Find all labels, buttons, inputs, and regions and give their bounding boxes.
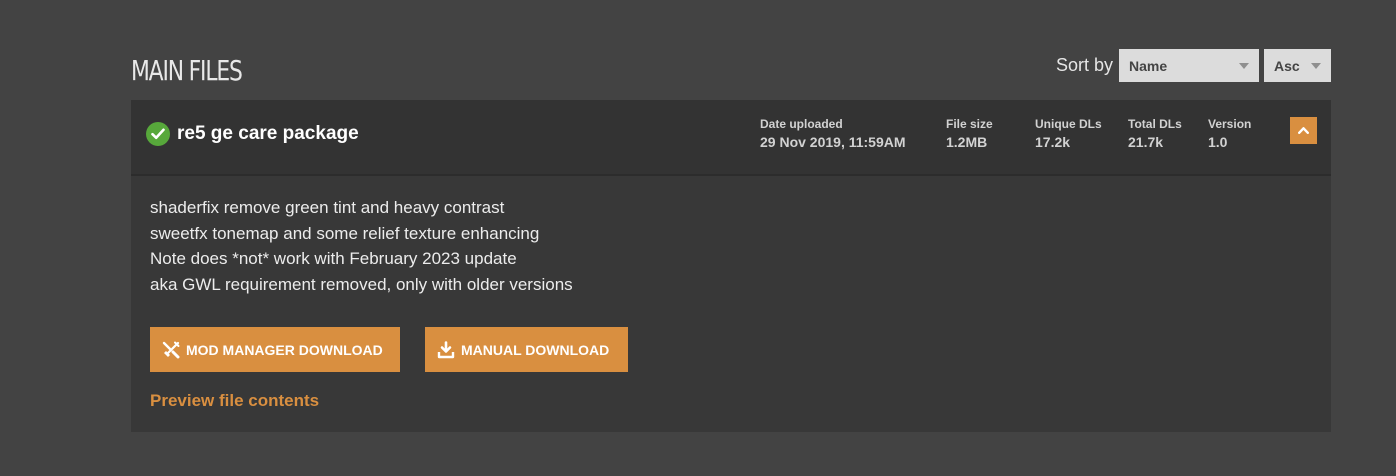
- description-line: aka GWL requirement removed, only with o…: [150, 274, 573, 294]
- stat-value: 17.2k: [1035, 134, 1071, 150]
- mod-manager-download-label: MOD MANAGER DOWNLOAD: [186, 341, 383, 358]
- stat-value: 29 Nov 2019, 11:59AM: [760, 134, 906, 150]
- file-header[interactable]: re5 ge care package Date uploaded 29 Nov…: [131, 100, 1331, 176]
- stat-value: 21.7k: [1128, 134, 1164, 150]
- sort-order-select[interactable]: Asc: [1264, 49, 1331, 82]
- sort-field-value: Name: [1129, 57, 1168, 74]
- sort-label: Sort by: [1055, 55, 1113, 75]
- chevron-up-icon: [1298, 127, 1309, 134]
- stat-file-size: File size 1.2MB: [946, 117, 993, 152]
- file-description: shaderfix remove green tint and heavy co…: [150, 195, 573, 297]
- stat-label: Unique DLs: [1035, 117, 1102, 131]
- collapse-button[interactable]: [1290, 117, 1317, 144]
- stat-label: Version: [1208, 117, 1252, 131]
- section-title: MAIN FILES: [131, 54, 243, 87]
- stat-unique-dls: Unique DLs 17.2k: [1035, 117, 1102, 152]
- chevron-down-icon: [1311, 63, 1321, 69]
- tools-icon: [162, 341, 180, 358]
- stat-date-uploaded: Date uploaded 29 Nov 2019, 11:59AM: [760, 117, 906, 152]
- stat-total-dls: Total DLs 21.7k: [1128, 117, 1182, 152]
- chevron-down-icon: [1239, 63, 1249, 69]
- check-circle-icon: [146, 122, 170, 146]
- file-name: re5 ge care package: [177, 123, 359, 144]
- description-line: shaderfix remove green tint and heavy co…: [150, 198, 505, 217]
- description-line: Note does *not* work with February 2023 …: [150, 249, 517, 268]
- manual-download-button[interactable]: MANUAL DOWNLOAD: [425, 327, 628, 372]
- stat-label: Total DLs: [1128, 117, 1182, 131]
- preview-file-contents-link[interactable]: Preview file contents: [150, 391, 319, 411]
- stat-label: File size: [946, 117, 993, 131]
- stat-version: Version 1.0: [1208, 117, 1251, 152]
- stat-value: 1.2MB: [946, 134, 988, 150]
- manual-download-label: MANUAL DOWNLOAD: [461, 341, 610, 358]
- sort-controls: Sort by Name Asc: [1056, 49, 1331, 82]
- mod-manager-download-button[interactable]: MOD MANAGER DOWNLOAD: [150, 327, 400, 372]
- download-icon: [437, 340, 455, 358]
- file-card: re5 ge care package Date uploaded 29 Nov…: [131, 100, 1331, 432]
- description-line: sweetfx tonemap and some relief texture …: [150, 223, 540, 243]
- stat-value: 1.0: [1208, 134, 1228, 150]
- stat-label: Date uploaded: [760, 117, 843, 131]
- sort-order-value: Asc: [1274, 57, 1300, 74]
- sort-field-select[interactable]: Name: [1119, 49, 1259, 82]
